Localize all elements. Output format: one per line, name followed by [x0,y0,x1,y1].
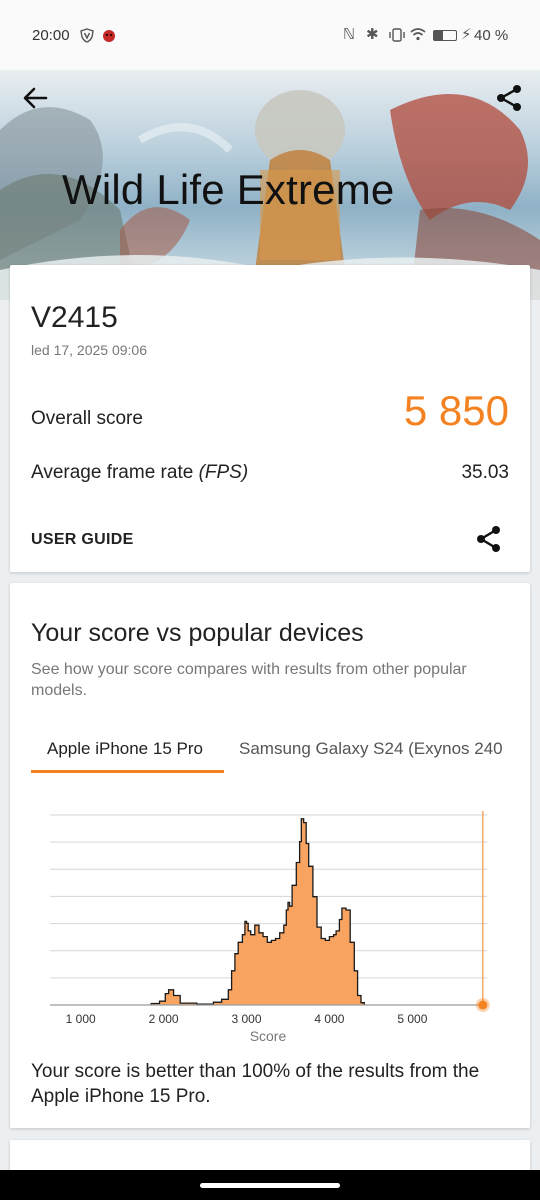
x-tick-label: 2 000 [149,1012,179,1026]
x-tick-label: 5 000 [397,1012,427,1026]
x-tick-label: 3 000 [232,1012,262,1026]
page-title: Wild Life Extreme [62,166,395,213]
status-bar: 20:00 ℕ ✱ ⚡ 40 % [0,0,540,70]
fps-unit: (FPS) [198,462,249,483]
game-icon [103,30,115,42]
overall-score-value: 5 850 [403,387,509,434]
share-result-icon[interactable] [474,524,504,554]
tab-samsung-galaxy-s24[interactable]: Samsung Galaxy S24 (Exynos 240 [239,739,511,759]
charging-icon: ⚡ [461,26,472,43]
home-gesture-pill[interactable] [200,1183,340,1188]
fps-label: Average frame rate (FPS) [31,462,248,484]
vibrate-icon [389,28,405,42]
battery-icon [433,30,457,41]
result-card: V2415 led 17, 2025 09:06 Overall score 5… [10,265,530,572]
fps-label-text: Average frame rate [31,462,199,483]
tab-selected-indicator [31,770,224,773]
your-score-marker [478,1000,488,1010]
x-axis-label: Score [250,1028,287,1043]
navigation-bar [0,1170,540,1200]
score-distribution-chart: 1 000 2 000 3 000 4 000 5 000 Score [50,811,490,1043]
result-date: led 17, 2025 09:06 [31,342,147,358]
comparison-description: See how your score compares with results… [31,661,467,699]
device-tabs: Apple iPhone 15 Pro Samsung Galaxy S24 (… [10,729,530,775]
comparison-title: Your score vs popular devices [31,619,364,647]
status-time: 20:00 [32,27,70,44]
user-guide-link[interactable]: USER GUIDE [31,531,134,549]
bluetooth-icon: ✱ [366,26,379,43]
x-tick-label: 1 000 [66,1012,96,1026]
nfc-icon: ℕ [343,26,356,43]
distribution-area [50,818,487,1006]
comparison-verdict: Your score is better than 100% of the re… [31,1061,480,1107]
x-tick-label: 4 000 [314,1012,344,1026]
device-name: V2415 [31,301,118,334]
battery-percent: 40 % [474,27,509,44]
wifi-icon [410,28,426,41]
tab-apple-iphone-15-pro[interactable]: Apple iPhone 15 Pro [47,739,203,759]
shield-icon [80,28,94,43]
fps-value: 35.03 [461,462,509,483]
share-icon[interactable] [494,84,524,112]
overall-score-label: Overall score [31,408,143,429]
back-arrow-icon[interactable] [20,84,52,112]
comparison-card: Your score vs popular devices See how yo… [10,583,530,1128]
